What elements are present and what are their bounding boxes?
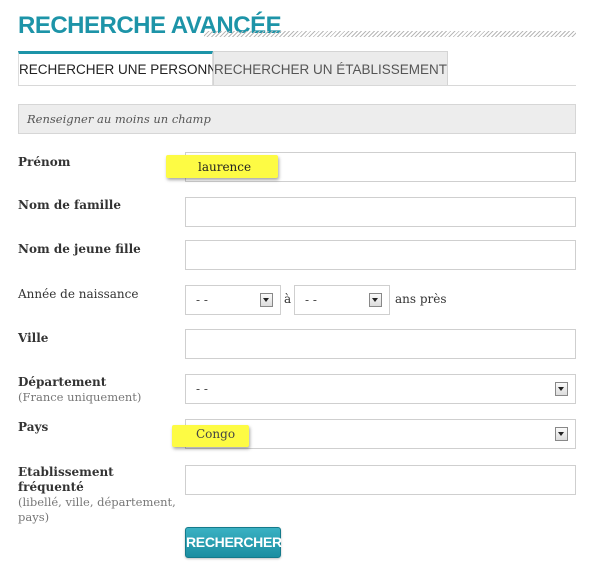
ville-label: Ville bbox=[18, 331, 49, 345]
page-header: RECHERCHE AVANCÉE bbox=[18, 12, 576, 40]
departement-select[interactable]: - - bbox=[185, 374, 576, 404]
chevron-down-icon[interactable] bbox=[260, 293, 273, 307]
pays-value: Congo bbox=[196, 427, 236, 441]
etablissement-input[interactable] bbox=[185, 465, 576, 495]
chevron-down-icon[interactable] bbox=[369, 293, 382, 307]
ville-input[interactable] bbox=[185, 329, 576, 359]
tab-divider bbox=[18, 85, 576, 86]
annee-separator: à bbox=[284, 292, 292, 306]
departement-label: Département bbox=[18, 375, 107, 389]
annee-to-value: - - bbox=[305, 293, 317, 307]
prenom-value: laurence bbox=[198, 160, 252, 174]
chevron-down-icon[interactable] bbox=[555, 427, 568, 441]
annee-to-select[interactable]: - - bbox=[294, 285, 390, 315]
nom-famille-input[interactable] bbox=[185, 197, 576, 227]
tab-establishment[interactable]: RECHERCHER UN ÉTABLISSEMENT bbox=[213, 51, 448, 85]
chevron-down-icon[interactable] bbox=[555, 382, 568, 396]
hint-message: Renseigner au moins un champ bbox=[18, 104, 576, 134]
annee-naissance-label: Année de naissance bbox=[18, 287, 139, 301]
annee-from-value: - - bbox=[196, 293, 208, 307]
departement-label-block: Département (France uniquement) bbox=[18, 375, 141, 405]
departement-sublabel: (France uniquement) bbox=[18, 390, 142, 404]
nom-jeune-fille-input[interactable] bbox=[185, 240, 576, 270]
nom-famille-label: Nom de famille bbox=[18, 198, 121, 212]
title-hatch-decoration bbox=[204, 31, 576, 37]
etablissement-sublabel: (libellé, ville, département, pays) bbox=[18, 495, 176, 524]
etablissement-label: Etablissement fréquenté bbox=[18, 465, 114, 494]
departement-value: - - bbox=[196, 382, 208, 396]
pays-label: Pays bbox=[18, 420, 49, 434]
annee-from-select[interactable]: - - bbox=[185, 285, 281, 315]
search-button[interactable]: RECHERCHER bbox=[185, 527, 282, 558]
nom-jeune-fille-label: Nom de jeune fille bbox=[18, 242, 141, 256]
annee-suffix: ans près bbox=[395, 292, 447, 306]
prenom-label: Prénom bbox=[18, 155, 71, 169]
tab-person[interactable]: RECHERCHER UNE PERSONNE bbox=[18, 51, 226, 85]
etablissement-label-block: Etablissement fréquenté (libellé, ville,… bbox=[18, 465, 178, 525]
